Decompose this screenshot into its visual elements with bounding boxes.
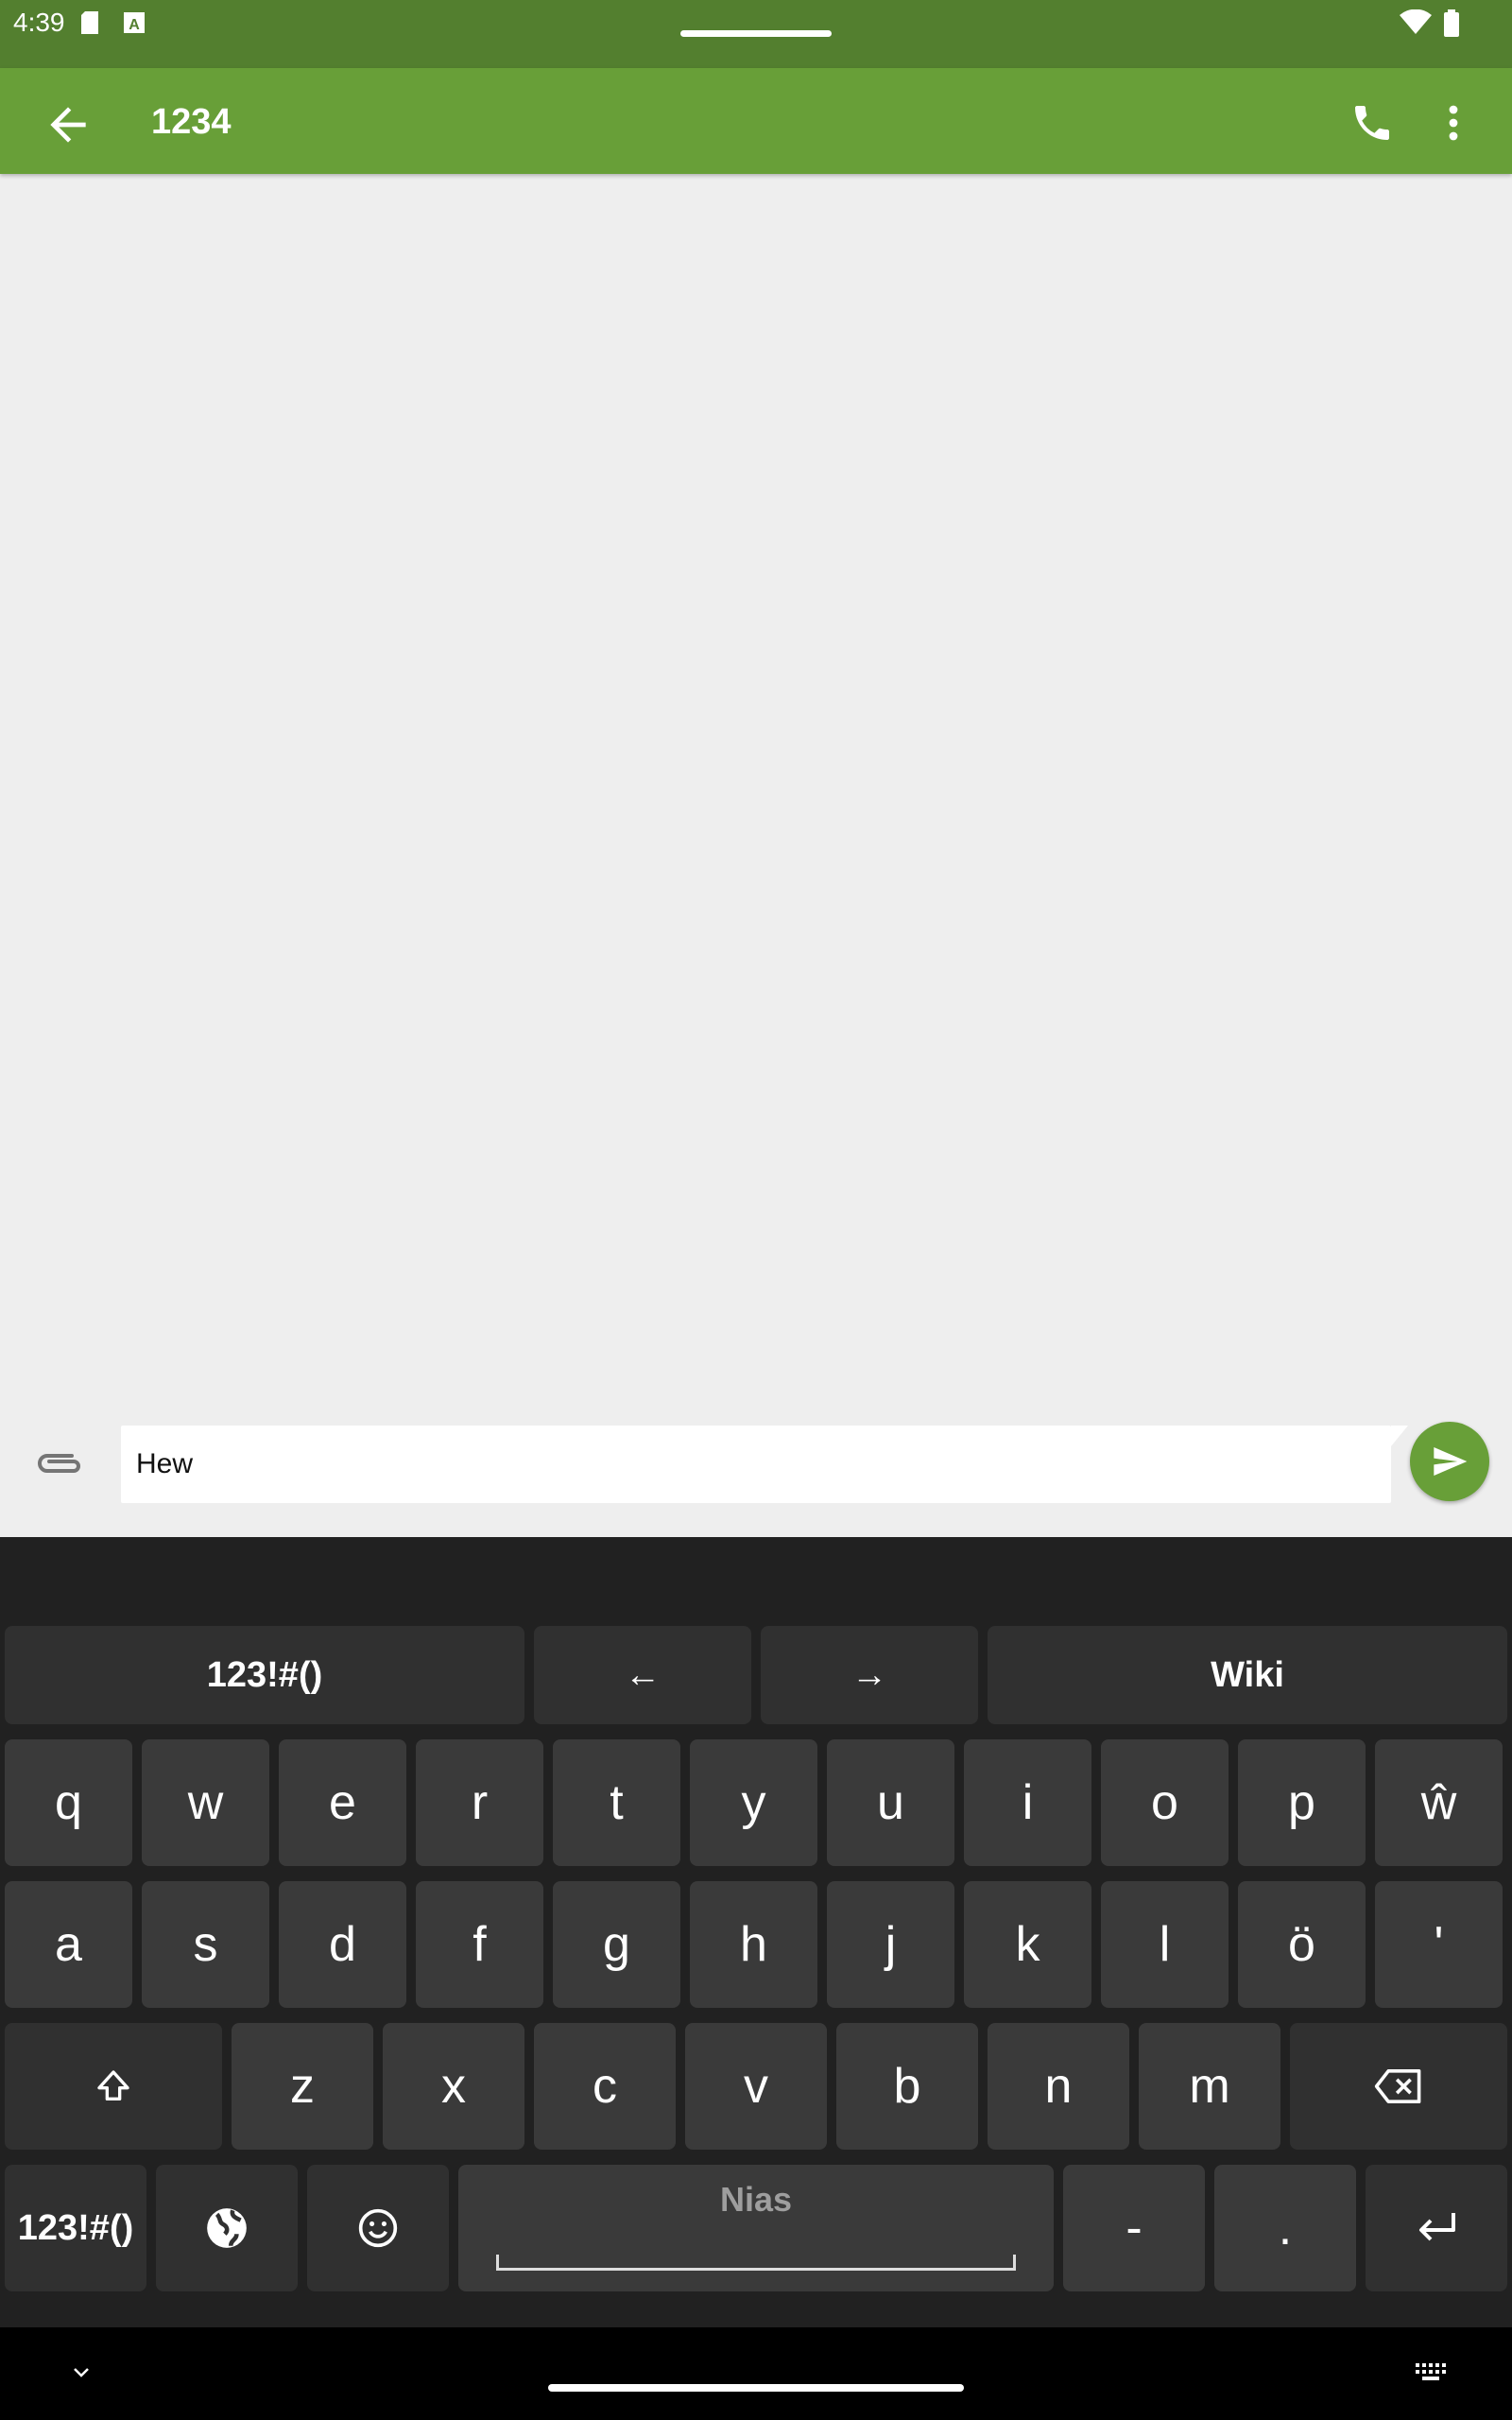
key-w-circumflex[interactable]: ŵ xyxy=(1375,1739,1503,1866)
key-period[interactable]: . xyxy=(1214,2165,1356,2291)
key-c[interactable]: c xyxy=(534,2023,676,2150)
key-o[interactable]: o xyxy=(1101,1739,1228,1866)
key-backspace[interactable] xyxy=(1290,2023,1507,2150)
input-bubble-tail xyxy=(1391,1426,1408,1446)
key-shift[interactable] xyxy=(5,2023,222,2150)
send-button[interactable] xyxy=(1410,1422,1489,1501)
status-bar: 4:39 A xyxy=(0,0,1512,68)
message-list[interactable] xyxy=(0,174,1512,1422)
more-vert-icon[interactable] xyxy=(1435,100,1472,150)
backspace-icon xyxy=(1374,2069,1421,2103)
status-time: 4:39 xyxy=(13,8,65,37)
key-enter[interactable] xyxy=(1366,2165,1507,2291)
back-arrow-icon[interactable] xyxy=(42,98,94,151)
key-z[interactable]: z xyxy=(232,2023,373,2150)
chevron-down-icon[interactable] xyxy=(68,2361,94,2389)
enter-icon xyxy=(1419,2213,1455,2241)
svg-text:A: A xyxy=(129,17,140,33)
globe-icon xyxy=(207,2208,247,2248)
key-emoji[interactable] xyxy=(307,2165,449,2291)
key-b[interactable]: b xyxy=(836,2023,978,2150)
sd-card-icon xyxy=(79,9,100,41)
key-j[interactable]: j xyxy=(827,1881,954,2008)
key-g[interactable]: g xyxy=(553,1881,680,2008)
message-input[interactable]: Hew xyxy=(121,1426,1408,1503)
key-dash[interactable]: - xyxy=(1063,2165,1205,2291)
key-p[interactable]: p xyxy=(1238,1739,1366,1866)
home-gesture-pill[interactable] xyxy=(548,2384,964,2392)
key-symbols[interactable]: 123!#() xyxy=(5,2165,146,2291)
key-f[interactable]: f xyxy=(416,1881,543,2008)
battery-icon xyxy=(1442,9,1461,43)
shift-icon xyxy=(97,2070,129,2100)
key-wiki[interactable]: Wiki xyxy=(988,1626,1507,1724)
emoji-icon xyxy=(358,2208,398,2248)
keyboard: 123!#() ← → Wiki q w e r t y u i o p ŵ a… xyxy=(0,1537,1512,2327)
key-space[interactable]: Nias xyxy=(458,2165,1054,2291)
key-language[interactable] xyxy=(156,2165,298,2291)
wifi-icon xyxy=(1399,9,1433,41)
key-m[interactable]: m xyxy=(1139,2023,1280,2150)
space-bar-indicator xyxy=(496,2255,1016,2271)
key-apostrophe[interactable]: ' xyxy=(1375,1881,1503,2008)
key-symbols-top[interactable]: 123!#() xyxy=(5,1626,524,1724)
key-a[interactable]: a xyxy=(5,1881,132,2008)
key-cursor-left[interactable]: ← xyxy=(534,1626,751,1724)
conversation-title: 1234 xyxy=(151,102,232,142)
attach-icon[interactable] xyxy=(34,1443,87,1489)
app-bar: 1234 xyxy=(0,68,1512,174)
phone-icon[interactable] xyxy=(1349,100,1395,150)
key-o-umlaut[interactable]: ö xyxy=(1238,1881,1366,2008)
key-r[interactable]: r xyxy=(416,1739,543,1866)
key-q[interactable]: q xyxy=(5,1739,132,1866)
text-a-icon: A xyxy=(123,9,147,41)
key-w[interactable]: w xyxy=(142,1739,269,1866)
key-y[interactable]: y xyxy=(690,1739,817,1866)
navigation-bar xyxy=(0,2327,1512,2420)
key-u[interactable]: u xyxy=(827,1739,954,1866)
drag-handle xyxy=(680,30,832,37)
key-l[interactable]: l xyxy=(1101,1881,1228,2008)
key-i[interactable]: i xyxy=(964,1739,1091,1866)
key-h[interactable]: h xyxy=(690,1881,817,2008)
key-e[interactable]: e xyxy=(279,1739,406,1866)
space-language-label: Nias xyxy=(719,2180,793,2219)
compose-bar: Hew xyxy=(0,1418,1512,1537)
key-cursor-right[interactable]: → xyxy=(761,1626,978,1724)
send-icon xyxy=(1434,1447,1468,1476)
message-input-text: Hew xyxy=(136,1448,194,1479)
key-k[interactable]: k xyxy=(964,1881,1091,2008)
key-n[interactable]: n xyxy=(988,2023,1129,2150)
key-s[interactable]: s xyxy=(142,1881,269,2008)
key-d[interactable]: d xyxy=(279,1881,406,2008)
key-x[interactable]: x xyxy=(383,2023,524,2150)
key-t[interactable]: t xyxy=(553,1739,680,1866)
keyboard-icon[interactable] xyxy=(1414,2361,1448,2389)
key-v[interactable]: v xyxy=(685,2023,827,2150)
